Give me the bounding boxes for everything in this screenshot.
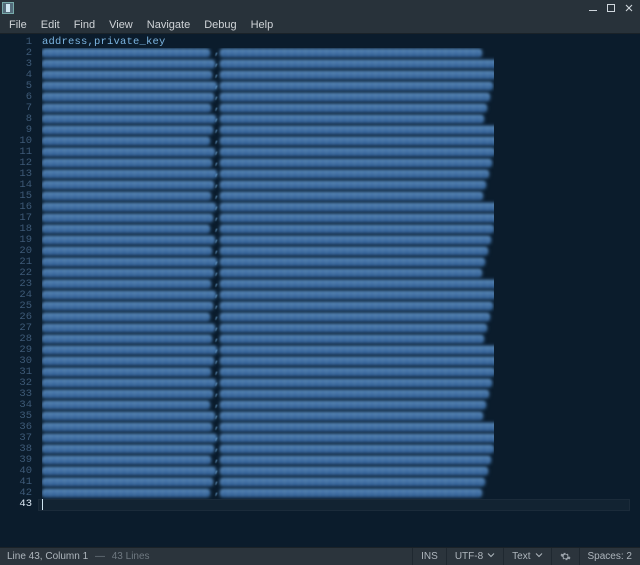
text-caret <box>42 499 43 510</box>
app-icon <box>2 2 14 14</box>
title-bar <box>0 0 640 16</box>
line-number[interactable]: 43 <box>0 499 32 510</box>
minimize-icon <box>588 3 598 13</box>
blurred-line: , <box>42 180 494 191</box>
status-syntax-label: Text <box>512 551 530 562</box>
status-right: INS UTF-8 Text Spaces: 2 <box>412 548 640 565</box>
blurred-line: , <box>42 312 494 323</box>
status-left[interactable]: Line 43, Column 1 — 43 Lines <box>0 548 150 565</box>
status-syntax[interactable]: Text <box>503 548 550 565</box>
blurred-line: , <box>42 334 494 345</box>
status-settings[interactable] <box>551 548 579 565</box>
cursor-line-highlight <box>38 499 630 511</box>
menu-debug[interactable]: Debug <box>197 16 243 33</box>
line-number-gutter[interactable]: 1234567891011121314151617181920212223242… <box>0 34 38 547</box>
blurred-line: , <box>42 213 494 224</box>
blurred-line: , <box>42 301 494 312</box>
status-encoding[interactable]: UTF-8 <box>446 548 503 565</box>
blurred-line: , <box>42 103 494 114</box>
menu-find[interactable]: Find <box>67 16 102 33</box>
blurred-line: , <box>42 59 494 70</box>
status-bar: Line 43, Column 1 — 43 Lines INS UTF-8 T… <box>0 547 640 565</box>
blurred-line: , <box>42 114 494 125</box>
menu-navigate[interactable]: Navigate <box>140 16 197 33</box>
minimize-button[interactable] <box>584 1 602 15</box>
maximize-button[interactable] <box>602 1 620 15</box>
close-button[interactable] <box>620 1 638 15</box>
blurred-line: , <box>42 147 494 158</box>
status-encoding-label: UTF-8 <box>455 551 483 562</box>
blurred-line: , <box>42 235 494 246</box>
blurred-line: , <box>42 444 494 455</box>
status-position: Line 43, Column 1 <box>7 551 88 562</box>
blurred-line: , <box>42 466 494 477</box>
blurred-line: , <box>42 455 494 466</box>
status-ins-label: INS <box>421 551 438 562</box>
blurred-line: , <box>42 356 494 367</box>
editor-area[interactable]: 1234567891011121314151617181920212223242… <box>0 34 640 547</box>
chevron-down-icon <box>535 551 543 562</box>
blurred-line: , <box>42 400 494 411</box>
blurred-line: , <box>42 323 494 334</box>
menu-file[interactable]: File <box>2 16 34 33</box>
blurred-line: , <box>42 422 494 433</box>
status-spaces-label: Spaces: 2 <box>588 551 632 562</box>
status-ins[interactable]: INS <box>412 548 446 565</box>
blurred-content: ,,,,,,,,,,,,,,,,,,,,,,,,,,,,,,,,,,,,,,,,… <box>42 48 494 499</box>
status-spaces[interactable]: Spaces: 2 <box>579 548 640 565</box>
blurred-line: , <box>42 125 494 136</box>
blurred-line: , <box>42 268 494 279</box>
blurred-line: , <box>42 488 494 499</box>
blurred-line: , <box>42 191 494 202</box>
blurred-line: , <box>42 345 494 356</box>
maximize-icon <box>606 3 616 13</box>
blurred-line: , <box>42 411 494 422</box>
status-lines-sep: — <box>92 551 108 562</box>
blurred-line: , <box>42 158 494 169</box>
blurred-line: , <box>42 389 494 400</box>
blurred-line: , <box>42 477 494 488</box>
blurred-line: , <box>42 48 494 59</box>
blurred-line: , <box>42 290 494 301</box>
blurred-line: , <box>42 202 494 213</box>
blurred-line: , <box>42 246 494 257</box>
blurred-line: , <box>42 279 494 290</box>
menu-view[interactable]: View <box>102 16 140 33</box>
blurred-line: , <box>42 92 494 103</box>
blurred-line: , <box>42 367 494 378</box>
blurred-line: , <box>42 257 494 268</box>
blurred-line: , <box>42 169 494 180</box>
gear-icon <box>560 551 571 562</box>
blurred-line: , <box>42 70 494 81</box>
menu-help[interactable]: Help <box>244 16 281 33</box>
code-view[interactable]: address,private_key ,,,,,,,,,,,,,,,,,,,,… <box>38 34 630 547</box>
blurred-line: , <box>42 224 494 235</box>
menu-edit[interactable]: Edit <box>34 16 67 33</box>
close-icon <box>624 3 634 13</box>
status-lines: 43 Lines <box>112 551 150 562</box>
scrollbar-track[interactable] <box>630 34 640 547</box>
menu-bar: File Edit Find View Navigate Debug Help <box>0 16 640 34</box>
blurred-line: , <box>42 433 494 444</box>
blurred-line: , <box>42 136 494 147</box>
chevron-down-icon <box>487 551 495 562</box>
blurred-line: , <box>42 81 494 92</box>
blurred-line: , <box>42 378 494 389</box>
code-line-1: address,private_key <box>42 37 630 48</box>
